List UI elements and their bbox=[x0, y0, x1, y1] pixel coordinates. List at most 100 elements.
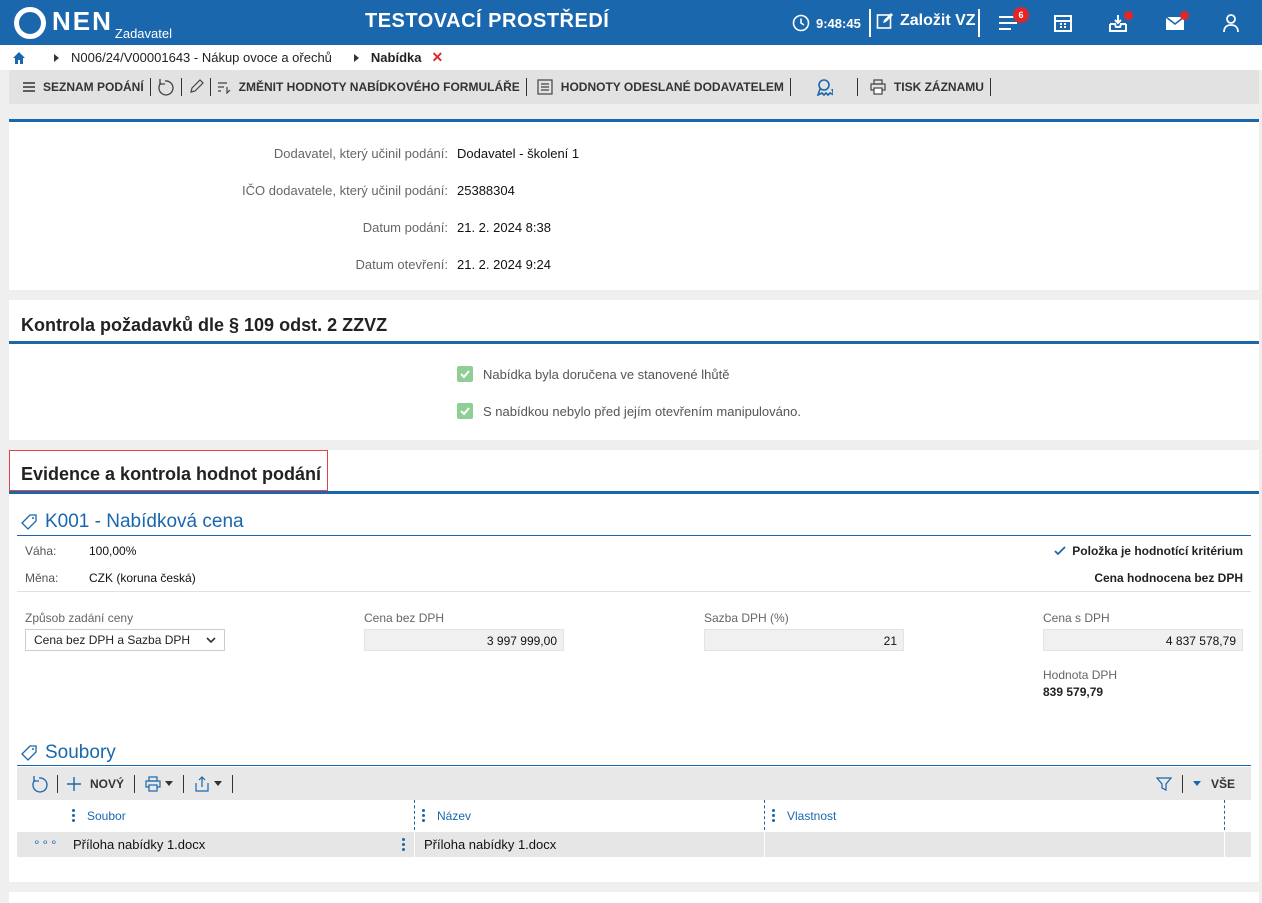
change-values-label: ZMĚNIT HODNOTY NABÍDKOVÉHO FORMULÁŘE bbox=[238, 80, 520, 94]
close-tab-icon[interactable]: ✕ bbox=[432, 49, 444, 66]
breadcrumb-procurement[interactable]: N006/24/V00001643 - Nákup ovoce a ořechů bbox=[71, 50, 332, 65]
files-title-text: Soubory bbox=[45, 742, 116, 763]
breadcrumb-offer: Nabídka bbox=[370, 50, 422, 65]
change-values-button[interactable]: ZMĚNIT HODNOTY NABÍDKOVÉHO FORMULÁŘE bbox=[211, 80, 526, 94]
submissions-list-button[interactable]: SEZNAM PODÁNÍ bbox=[9, 80, 150, 94]
nen-logo[interactable]: NEN Zadavatel bbox=[14, 5, 172, 41]
checkbox-checked-icon bbox=[457, 403, 473, 419]
cell-menu-icon[interactable] bbox=[402, 838, 405, 853]
toolbar-divider bbox=[1181, 774, 1183, 793]
caret-down-icon bbox=[214, 780, 223, 786]
control-section-title: Kontrola požadavků dle § 109 odst. 2 ZZV… bbox=[21, 315, 388, 335]
refresh-icon[interactable] bbox=[31, 775, 49, 793]
tag-icon bbox=[21, 514, 37, 530]
price-mode-select[interactable]: Cena bez DPH a Sazba DPH bbox=[25, 629, 225, 651]
notification-badge: 6 bbox=[1013, 7, 1029, 23]
price-mode-label: Způsob zadání ceny bbox=[25, 611, 134, 625]
column-menu-icon[interactable] bbox=[422, 809, 425, 824]
checkmark-icon bbox=[1054, 546, 1066, 556]
session-clock: 9:48:45 bbox=[792, 14, 861, 32]
home-icon[interactable] bbox=[12, 51, 26, 65]
check-untouched-row: S nabídkou nebylo před jejím otevřením m… bbox=[457, 403, 801, 419]
evidence-panel: Evidence a kontrola hodnot podání K001 -… bbox=[9, 450, 1259, 882]
check-delivered-row: Nabídka byla doručena ve stanovené lhůtě bbox=[457, 366, 729, 382]
files-title: Soubory bbox=[21, 742, 116, 764]
submitted-date-value: 21. 2. 2024 8:38 bbox=[457, 220, 551, 235]
currency-label: Měna: bbox=[25, 571, 59, 585]
clock-icon bbox=[792, 14, 810, 32]
criterion-title-text: K001 - Nabídková cena bbox=[45, 511, 244, 532]
print-record-button[interactable]: TISK ZÁZNAMU bbox=[858, 79, 990, 95]
column-name[interactable]: Název bbox=[437, 809, 471, 823]
list-icon bbox=[23, 82, 35, 92]
column-divider bbox=[1224, 800, 1225, 830]
submission-info-panel: Dodavatel, který učinil podání: Dodavate… bbox=[9, 119, 1259, 290]
price-vat-label: Cena s DPH bbox=[1043, 611, 1110, 625]
price-vat-field: 4 837 578,79 bbox=[1043, 629, 1243, 651]
filter-funnel-icon[interactable] bbox=[1155, 776, 1172, 792]
control-panel: Kontrola požadavků dle § 109 odst. 2 ZZV… bbox=[9, 300, 1259, 440]
refresh-button[interactable] bbox=[151, 78, 181, 96]
sent-values-button[interactable]: HODNOTY ODESLANÉ DODAVATELEM bbox=[527, 79, 790, 95]
new-file-label: NOVÝ bbox=[90, 776, 125, 791]
toolbar-divider bbox=[232, 774, 234, 793]
edit-button[interactable] bbox=[182, 79, 210, 95]
action-toolbar: SEZNAM PODÁNÍ ZMĚNIT HODNOTY NABÍDKOVÉHO… bbox=[9, 70, 1259, 104]
criterion-flag: Položka je hodnotící kritérium bbox=[1054, 544, 1243, 558]
inbox-alert-dot bbox=[1124, 11, 1133, 20]
price-label: Cena bez DPH bbox=[364, 611, 445, 625]
logo-subtitle: Zadavatel bbox=[114, 26, 172, 41]
ico-label: IČO dodavatele, který učinil podání: bbox=[242, 183, 448, 198]
weight-value: 100,00% bbox=[89, 544, 137, 558]
row-actions-icon[interactable]: ∘∘∘ bbox=[33, 835, 59, 849]
column-divider bbox=[764, 800, 765, 830]
cell-file[interactable]: Příloha nabídky 1.docx bbox=[73, 837, 205, 852]
export-menu-button[interactable] bbox=[194, 775, 223, 792]
tag-icon bbox=[21, 745, 37, 761]
vat-amount-value: 839 579,79 bbox=[1043, 685, 1104, 699]
new-file-button[interactable]: NOVÝ bbox=[66, 776, 124, 792]
price-evaluated-note: Cena hodnocena bez DPH bbox=[1094, 571, 1243, 585]
user-icon[interactable] bbox=[1220, 12, 1242, 34]
caret-down-icon bbox=[1192, 780, 1201, 786]
cell-name: Příloha nabídky 1.docx bbox=[424, 837, 557, 852]
cell-divider bbox=[764, 832, 765, 857]
header-divider bbox=[869, 9, 871, 37]
logo-text: NEN bbox=[52, 6, 113, 36]
filter-all-dropdown[interactable]: VŠE bbox=[1192, 776, 1251, 791]
cell-divider bbox=[414, 832, 415, 857]
create-vz-button[interactable]: Založit VZ bbox=[876, 12, 976, 30]
submitted-date-label: Datum podání: bbox=[362, 220, 448, 235]
files-toolbar: NOVÝ VŠE bbox=[17, 767, 1251, 800]
column-menu-icon[interactable] bbox=[772, 809, 775, 824]
print-menu-button[interactable] bbox=[145, 775, 174, 792]
calendar-icon[interactable] bbox=[1052, 12, 1074, 34]
column-menu-icon[interactable] bbox=[72, 809, 75, 824]
toolbar-divider bbox=[183, 774, 185, 793]
printer-icon bbox=[145, 775, 161, 792]
cell-divider bbox=[1224, 832, 1225, 857]
top-bar: NEN Zadavatel TESTOVACÍ PROSTŘEDÍ 9:48:4… bbox=[0, 0, 1262, 45]
filter-all-label: VŠE bbox=[1210, 776, 1235, 791]
column-file[interactable]: Soubor bbox=[87, 809, 126, 823]
column-divider bbox=[414, 800, 415, 830]
chevron-down-icon bbox=[206, 637, 216, 644]
create-vz-label: Založit VZ bbox=[900, 12, 976, 29]
highlight-annotation bbox=[9, 450, 328, 491]
plus-icon bbox=[67, 776, 81, 791]
mail-alert-dot bbox=[1180, 11, 1189, 20]
document-lines-icon bbox=[537, 79, 553, 95]
award-button[interactable] bbox=[791, 78, 857, 96]
breadcrumb-arrow-icon bbox=[353, 53, 359, 62]
toolbar-divider bbox=[989, 78, 991, 96]
refresh-icon bbox=[158, 79, 174, 96]
weight-label: Váha: bbox=[25, 544, 57, 558]
files-underline bbox=[17, 765, 1251, 766]
vat-amount-label: Hodnota DPH bbox=[1043, 668, 1118, 682]
table-row[interactable]: ∘∘∘ Příloha nabídky 1.docx Příloha nabíd… bbox=[17, 832, 1251, 857]
price-field: 3 997 999,00 bbox=[364, 629, 564, 651]
next-panel bbox=[9, 892, 1259, 903]
filter-controls: VŠE bbox=[1155, 774, 1251, 793]
header-divider bbox=[978, 9, 980, 37]
column-property[interactable]: Vlastnost bbox=[787, 809, 836, 823]
